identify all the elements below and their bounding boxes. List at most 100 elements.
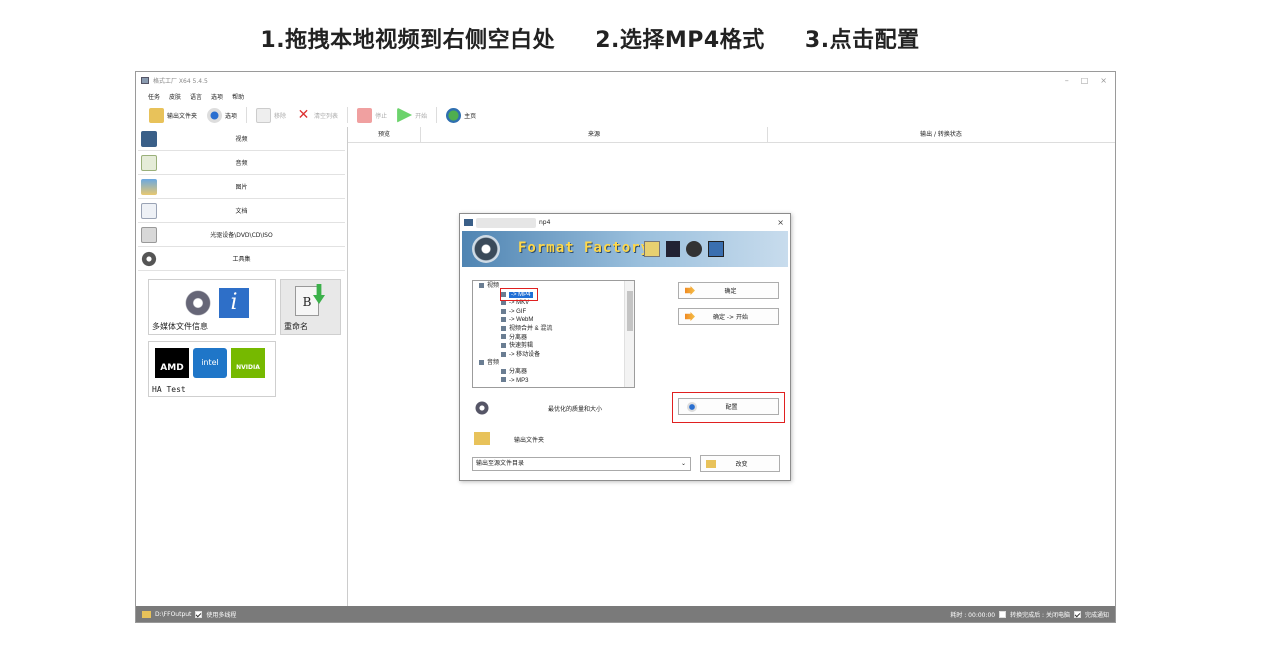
intel-logo-icon: intel bbox=[193, 348, 227, 378]
folder-node-icon bbox=[479, 282, 484, 288]
dialog-close-button[interactable]: × bbox=[777, 218, 784, 227]
options-label: 选项 bbox=[225, 112, 238, 120]
home-globe-icon bbox=[446, 107, 462, 123]
category-label: 音频 bbox=[235, 160, 248, 167]
category-label: 图片 bbox=[235, 184, 248, 191]
tree-node[interactable]: 视频合并 & 混流 bbox=[477, 325, 625, 334]
menu-help[interactable]: 帮助 bbox=[232, 92, 244, 101]
mp4-dialog: np4 × Format Factory 视频 -> MP4 -> MKV -> GI… bbox=[459, 213, 791, 481]
ok-label: 确定 bbox=[724, 288, 737, 295]
title-bar: 格式工厂 X64 5.4.5 – □ × bbox=[136, 72, 1115, 89]
tree-node[interactable]: 音频 bbox=[477, 359, 625, 368]
menu-language[interactable]: 语言 bbox=[190, 92, 202, 101]
category-document[interactable]: 文档 bbox=[138, 199, 345, 223]
folder-icon bbox=[706, 459, 716, 468]
film-icon bbox=[666, 241, 680, 257]
media-info-label: 多媒体文件信息 bbox=[152, 322, 208, 331]
film-reel-icon bbox=[472, 235, 500, 263]
orange-arrow-icon bbox=[685, 312, 695, 321]
home-button[interactable]: 主页 bbox=[443, 107, 479, 123]
menu-task[interactable]: 任务 bbox=[148, 92, 160, 101]
audio-icon bbox=[686, 241, 702, 257]
start-button[interactable]: 开始 bbox=[394, 107, 430, 123]
notify-checkbox[interactable] bbox=[1073, 610, 1081, 618]
menu-skin[interactable]: 皮肤 bbox=[169, 92, 181, 101]
category-label: 工具集 bbox=[232, 256, 251, 263]
blurred-filename bbox=[476, 217, 536, 228]
quality-label: 最优化的质量和大小 bbox=[548, 406, 603, 413]
start-label: 开始 bbox=[415, 112, 428, 120]
tree-node[interactable]: 快速剪辑 bbox=[477, 342, 625, 351]
highlight-mp4 bbox=[500, 288, 538, 301]
format-node-icon bbox=[501, 368, 506, 374]
rename-tile[interactable]: B 重命名 bbox=[280, 279, 341, 335]
column-source[interactable]: 来源 bbox=[421, 127, 768, 142]
maximize-button[interactable]: □ bbox=[1081, 76, 1089, 85]
ok-start-button[interactable]: 确定 -> 开始 bbox=[678, 308, 779, 325]
tree-node-label: 分离器 bbox=[509, 334, 528, 341]
video-file-icon bbox=[464, 219, 473, 226]
tree-node-label: -> MKV bbox=[509, 300, 530, 307]
list-header: 预览 来源 输出 / 转换状态 bbox=[348, 127, 1115, 143]
options-button[interactable]: 选项 bbox=[204, 107, 240, 123]
category-audio[interactable]: 音频 bbox=[138, 151, 345, 175]
stop-button[interactable]: 停止 bbox=[354, 107, 390, 123]
ok-start-label: 确定 -> 开始 bbox=[712, 314, 748, 321]
remove-label: 移除 bbox=[274, 112, 287, 120]
doc-icon bbox=[644, 241, 660, 257]
category-disc[interactable]: 光驱设备\DVD\CD\ISO bbox=[138, 223, 345, 247]
highlight-configure bbox=[672, 392, 785, 423]
orange-arrow-icon bbox=[685, 286, 695, 295]
stop-icon bbox=[357, 107, 373, 123]
change-label: 改变 bbox=[735, 461, 748, 468]
after-convert-label: 转换完成后 : 关闭电脑 bbox=[1010, 611, 1070, 619]
ok-button[interactable]: 确定 bbox=[678, 282, 779, 299]
minimize-button[interactable]: – bbox=[1065, 76, 1069, 85]
ha-test-tile[interactable]: AMD intel NVIDIA HA Test bbox=[148, 341, 276, 397]
output-location-select[interactable]: 输出至源文件目录 ⌄ bbox=[472, 457, 691, 471]
category-label: 光驱设备\DVD\CD\ISO bbox=[210, 232, 273, 239]
tree-node[interactable]: -> 移动设备 bbox=[477, 351, 625, 360]
multithread-checkbox[interactable] bbox=[195, 610, 203, 618]
change-button[interactable]: 改变 bbox=[700, 455, 780, 472]
category-picture[interactable]: 图片 bbox=[138, 175, 345, 199]
output-folder-button[interactable]: 输出文件夹 bbox=[146, 107, 200, 123]
tree-node-label: 视频 bbox=[487, 283, 500, 289]
output-folder-label: 输出文件夹 bbox=[167, 112, 198, 120]
output-path[interactable]: D:\FFOutput bbox=[155, 611, 191, 618]
category-tools[interactable]: 工具集 bbox=[138, 247, 345, 271]
column-output-status[interactable]: 输出 / 转换状态 bbox=[768, 127, 1114, 142]
format-tree[interactable]: 视频 -> MP4 -> MKV -> GIF -> WebM 视频合并 & 混流 分离器快… bbox=[472, 280, 635, 388]
stop-label: 停止 bbox=[375, 112, 388, 120]
elapsed-time: 耗时 : 00:00:00 bbox=[950, 611, 996, 619]
scrollbar-thumb[interactable] bbox=[627, 291, 633, 331]
status-bar: D:\FFOutput 使用多线程 耗时 : 00:00:00 转换完成后 : … bbox=[136, 606, 1115, 622]
close-button[interactable]: × bbox=[1100, 76, 1107, 85]
tree-node-label: 音频 bbox=[487, 360, 500, 367]
format-node-icon bbox=[501, 334, 506, 340]
menu-options[interactable]: 选项 bbox=[211, 92, 223, 101]
tree-node-label: 快速剪辑 bbox=[509, 343, 534, 350]
media-info-tile[interactable]: i 多媒体文件信息 bbox=[148, 279, 276, 335]
tree-node[interactable]: 分离器 bbox=[477, 368, 625, 377]
tree-node[interactable]: -> MP3 bbox=[477, 377, 625, 386]
format-node-icon bbox=[501, 317, 506, 323]
left-pane: 视频 音频 图片 文档 光驱设备\DVD\CD\ISO 工具集 i 多媒体文件信… bbox=[138, 127, 345, 607]
dialog-title-suffix: np4 bbox=[539, 219, 551, 226]
play-icon bbox=[397, 107, 413, 123]
remove-button[interactable]: 移除 bbox=[253, 107, 289, 123]
quality-reel-icon bbox=[474, 400, 490, 416]
clear-list-button[interactable]: ✕ 清空列表 bbox=[293, 107, 341, 123]
tree-node[interactable]: -> WebM bbox=[477, 316, 625, 325]
tree-node-label: -> WebM bbox=[509, 317, 534, 324]
column-preview[interactable]: 预览 bbox=[348, 127, 421, 142]
category-video[interactable]: 视频 bbox=[138, 127, 345, 151]
tree-scrollbar[interactable] bbox=[624, 281, 634, 387]
after-convert-checkbox[interactable] bbox=[999, 610, 1007, 618]
tree-node[interactable]: 分离器 bbox=[477, 334, 625, 343]
format-node-icon bbox=[501, 351, 506, 357]
options-icon bbox=[207, 107, 223, 123]
tree-node-label: -> 移动设备 bbox=[509, 351, 541, 358]
amd-logo-icon: AMD bbox=[155, 348, 189, 378]
tree-node[interactable]: -> GIF bbox=[477, 308, 625, 317]
